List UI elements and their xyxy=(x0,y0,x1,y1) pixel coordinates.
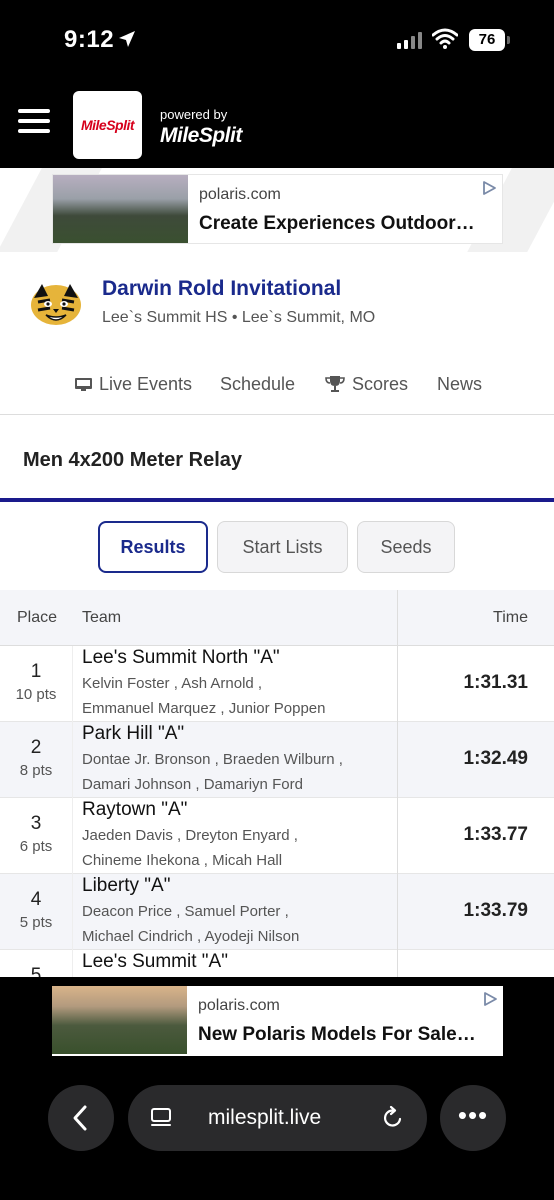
row-team[interactable]: Lee's Summit "A" xyxy=(82,951,228,973)
column-divider xyxy=(397,590,398,977)
row-team[interactable]: Liberty "A" xyxy=(82,875,170,897)
row-place: 1 xyxy=(30,661,42,682)
ad-headline: New Polaris Models For Sale… xyxy=(198,1024,476,1045)
divider xyxy=(0,414,554,415)
table-row[interactable]: 4 5 pts Liberty "A" Deacon Price , Samue… xyxy=(0,874,554,950)
header-time: Time xyxy=(493,609,528,626)
ad-headline: Create Experiences Outdoor… xyxy=(199,213,475,234)
event-name-heading: Men 4x200 Meter Relay xyxy=(23,449,243,471)
event-header: Darwin Rold Invitational Lee`s Summit HS… xyxy=(0,258,554,348)
row-time: 1:33.79 xyxy=(463,900,528,921)
row-points: 5 pts xyxy=(19,914,53,931)
logo-text: MileSplit xyxy=(80,117,135,133)
tab-label: Live Events xyxy=(99,373,193,394)
row-place: 2 xyxy=(30,737,42,758)
team-logo-tiger xyxy=(31,284,81,325)
cellular-signal-icon xyxy=(397,31,422,49)
battery-tip xyxy=(507,36,510,44)
location-arrow-icon xyxy=(119,31,135,47)
reload-icon[interactable] xyxy=(380,1105,406,1131)
seeds-tab-button[interactable]: Seeds xyxy=(357,521,455,573)
row-points: 6 pts xyxy=(19,838,53,855)
url-text: milesplit.live xyxy=(208,1106,322,1129)
ad-domain: polaris.com xyxy=(199,186,281,203)
status-bar: 9:12 76 xyxy=(0,0,554,82)
tab-scores[interactable]: Scores xyxy=(325,366,408,402)
column-divider xyxy=(72,646,73,977)
tab-live-events[interactable]: Live Events xyxy=(75,366,192,402)
bottom-ad[interactable]: polaris.com New Polaris Models For Sale… xyxy=(52,986,503,1056)
row-athletes[interactable]: Damari Johnson , Damariyn Ford xyxy=(82,776,303,793)
more-options-icon[interactable]: ••• xyxy=(440,1085,506,1151)
row-points: 10 pts xyxy=(15,686,57,703)
row-athletes[interactable]: Dontae Jr. Bronson , Braeden Wilburn , xyxy=(82,751,343,768)
event-title[interactable]: Darwin Rold Invitational xyxy=(102,277,341,301)
row-athletes[interactable]: Emmanuel Marquez , Junior Poppen xyxy=(82,700,325,717)
heading-underline xyxy=(0,498,554,502)
tab-label: Schedule xyxy=(220,373,296,394)
top-ad-banner: polaris.com Create Experiences Outdoor… xyxy=(0,168,554,252)
status-time: 9:12 xyxy=(64,26,115,53)
row-athletes[interactable]: Kelvin Foster , Ash Arnold , xyxy=(82,675,262,692)
results-table: Place Team Time 1 10 pts Lee's Summit No… xyxy=(0,590,554,977)
milesplit-logo[interactable]: MileSplit xyxy=(73,91,142,159)
row-place: 3 xyxy=(30,813,42,834)
row-place: 5 xyxy=(30,965,42,977)
trophy-icon xyxy=(325,376,345,392)
row-athletes[interactable]: Jaeden Davis , Dreyton Enyard , xyxy=(82,827,298,844)
row-team[interactable]: Raytown "A" xyxy=(82,799,187,821)
wifi-icon xyxy=(432,28,458,49)
back-button[interactable] xyxy=(48,1085,114,1151)
table-row[interactable]: 3 6 pts Raytown "A" Jaeden Davis , Dreyt… xyxy=(0,798,554,874)
powered-by-label: powered by xyxy=(160,107,228,122)
row-team[interactable]: Park Hill "A" xyxy=(82,723,184,745)
tab-label: Scores xyxy=(352,373,409,394)
tab-news[interactable]: News xyxy=(437,366,482,402)
row-place: 4 xyxy=(30,889,42,910)
event-location: Lee`s Summit HS • Lee`s Summit, MO xyxy=(102,309,376,326)
powered-by-brand: MileSplit xyxy=(160,124,242,147)
battery-icon: 76 xyxy=(469,29,505,51)
url-bar[interactable]: milesplit.live xyxy=(128,1085,427,1151)
page-menu-icon[interactable] xyxy=(150,1107,172,1129)
row-athletes[interactable]: Michael Cindrich , Ayodeji Nilson xyxy=(82,928,299,945)
table-row[interactable]: 5 Lee's Summit "A" xyxy=(0,950,554,977)
tab-label: News xyxy=(437,373,483,394)
row-athletes[interactable]: Chineme Ihekona , Micah Hall xyxy=(82,852,282,869)
row-time: 1:31.31 xyxy=(463,672,528,693)
ad-choices-icon[interactable] xyxy=(481,990,499,1008)
ad-image xyxy=(53,175,188,243)
top-ad[interactable]: polaris.com Create Experiences Outdoor… xyxy=(52,174,503,244)
header-place: Place xyxy=(17,609,58,626)
live-events-icon xyxy=(75,377,92,391)
tab-schedule[interactable]: Schedule xyxy=(220,366,295,402)
app-header: MileSplit powered by MileSplit xyxy=(0,82,554,168)
browser-toolbar: polaris.com New Polaris Models For Sale…… xyxy=(0,977,554,1200)
table-row[interactable]: 2 8 pts Park Hill "A" Dontae Jr. Bronson… xyxy=(0,722,554,798)
row-athletes[interactable]: Deacon Price , Samuel Porter , xyxy=(82,903,289,920)
chevron-left-icon xyxy=(73,1105,87,1131)
results-tab-button[interactable]: Results xyxy=(98,521,208,573)
ad-choices-icon[interactable] xyxy=(480,179,498,197)
event-tabs: Live Events Schedule Scores News xyxy=(0,366,554,402)
ad-domain: polaris.com xyxy=(198,997,280,1014)
row-points: 8 pts xyxy=(19,762,53,779)
start-lists-tab-button[interactable]: Start Lists xyxy=(217,521,348,573)
table-header: Place Team Time xyxy=(0,590,554,646)
table-row[interactable]: 1 10 pts Lee's Summit North "A" Kelvin F… xyxy=(0,646,554,722)
ad-image xyxy=(52,986,187,1054)
header-team: Team xyxy=(82,609,122,626)
row-team[interactable]: Lee's Summit North "A" xyxy=(82,647,280,669)
row-time: 1:33.77 xyxy=(463,824,528,845)
row-time: 1:32.49 xyxy=(463,748,528,769)
menu-icon[interactable] xyxy=(18,109,50,135)
